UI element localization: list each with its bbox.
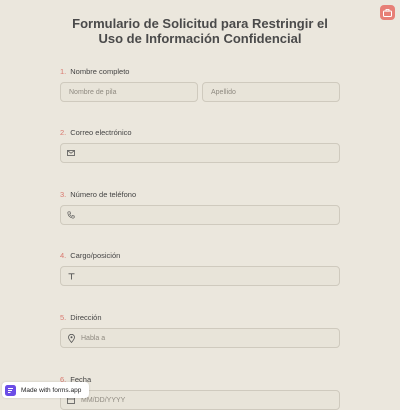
position-label: 4. Cargo/posición bbox=[60, 251, 120, 260]
first-name-input[interactable]: Nombre de pila bbox=[60, 82, 198, 102]
field-number: 4. bbox=[60, 251, 67, 260]
phone-icon bbox=[66, 210, 76, 220]
field-number: 1. bbox=[60, 67, 67, 76]
last-name-input[interactable]: Apellido bbox=[202, 82, 340, 102]
field-label-text: Dirección bbox=[70, 313, 102, 322]
form-title: Formulario de Solicitud para Restringir … bbox=[72, 16, 328, 46]
phone-input[interactable] bbox=[60, 205, 340, 225]
address-label: 5. Dirección bbox=[60, 313, 102, 322]
made-with-forms-app-badge[interactable]: Made with forms.app bbox=[2, 382, 90, 398]
badge-label: Made with forms.app bbox=[21, 386, 82, 394]
briefcase-icon bbox=[383, 8, 392, 17]
corner-button[interactable] bbox=[380, 5, 395, 20]
field-label-text: Nombre completo bbox=[70, 67, 130, 76]
phone-label: 3. Número de teléfono bbox=[60, 190, 136, 199]
text-icon bbox=[66, 271, 76, 281]
first-name-placeholder: Nombre de pila bbox=[69, 88, 117, 96]
field-number: 2. bbox=[60, 128, 67, 137]
field-label-text: Número de teléfono bbox=[70, 190, 137, 199]
forms-app-logo bbox=[5, 384, 16, 396]
address-placeholder: Habla a bbox=[81, 334, 106, 342]
date-input[interactable]: MM/DD/YYYY bbox=[60, 390, 340, 410]
email-input[interactable] bbox=[60, 143, 340, 163]
field-number: 5. bbox=[60, 313, 67, 322]
location-pin-icon bbox=[66, 333, 76, 343]
email-label: 2. Correo electrónico bbox=[60, 128, 132, 137]
field-label-text: Cargo/posición bbox=[70, 251, 121, 260]
envelope-icon bbox=[66, 148, 76, 158]
address-input[interactable]: Habla a bbox=[60, 328, 340, 348]
field-label-text: Correo electrónico bbox=[70, 128, 132, 137]
last-name-placeholder: Apellido bbox=[211, 88, 236, 96]
position-input[interactable] bbox=[60, 266, 340, 286]
field-number: 3. bbox=[60, 190, 67, 199]
full-name-label: 1. Nombre completo bbox=[60, 67, 129, 76]
